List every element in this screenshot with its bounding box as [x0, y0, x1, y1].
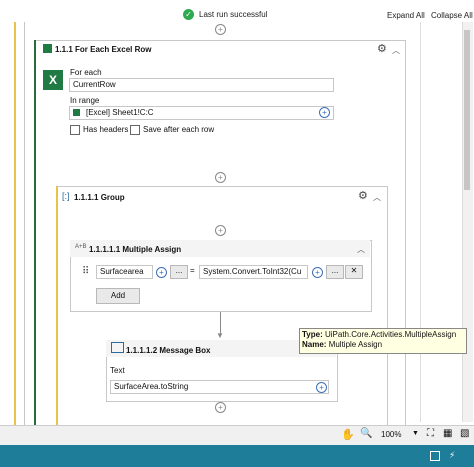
- scrollbar-thumb[interactable]: [464, 30, 470, 190]
- in-range-plus-icon[interactable]: +: [319, 107, 330, 118]
- assign-icon: A+B: [75, 244, 87, 250]
- add-button[interactable]: Add: [96, 288, 140, 304]
- message-text-plus-icon[interactable]: +: [316, 382, 327, 393]
- gear-icon[interactable]: ⚙: [358, 189, 368, 202]
- assign-value-plus-icon[interactable]: +: [312, 267, 323, 278]
- multiple-assign-title: 1.1.1.1.1 Multiple Assign: [89, 245, 182, 254]
- insert-activity-plus-icon[interactable]: +: [215, 402, 226, 413]
- assign-value-ellipsis-button[interactable]: ...: [326, 265, 344, 279]
- insert-activity-plus-icon[interactable]: +: [215, 225, 226, 236]
- for-each-input[interactable]: CurrentRow: [69, 78, 334, 92]
- zoom-dropdown-chevron-down-icon[interactable]: ▼: [412, 430, 419, 437]
- collapse-chevron-up-icon[interactable]: ︿: [357, 244, 365, 255]
- assign-to-input[interactable]: Surfacearea: [96, 265, 153, 279]
- activity-tooltip: Type: UiPath.Core.Activities.MultipleAss…: [299, 328, 467, 354]
- assign-to-ellipsis-button[interactable]: ...: [170, 265, 188, 279]
- group-title: 1.1.1.1 Group: [74, 193, 125, 202]
- in-range-label: In range: [70, 96, 100, 105]
- insert-activity-plus-icon[interactable]: +: [215, 24, 226, 35]
- has-headers-checkbox[interactable]: [70, 125, 80, 135]
- zoom-level[interactable]: 100%: [381, 430, 401, 439]
- for-each-title: 1.1.1 For Each Excel Row: [55, 45, 152, 54]
- fit-screen-icon[interactable]: ⛶: [427, 428, 434, 439]
- for-each-label: For each: [70, 68, 102, 77]
- excel-range-icon: [73, 109, 80, 116]
- overview-icon[interactable]: ▦: [443, 428, 452, 439]
- run-status: ✓ Last run successful: [183, 9, 267, 20]
- gear-icon[interactable]: ⚙: [377, 42, 387, 55]
- drag-handle-icon[interactable]: ⠿: [82, 266, 89, 277]
- in-range-input[interactable]: [Excel] Sheet1!C:C: [69, 106, 334, 120]
- tooltip-type-value: UiPath.Core.Activities.MultipleAssign: [324, 330, 457, 339]
- for-each-accent-line: [34, 40, 36, 425]
- text-label: Text: [110, 366, 125, 375]
- designer-bottom-bar: [0, 425, 474, 446]
- hand-pan-icon[interactable]: ✋: [341, 428, 355, 441]
- run-status-label: Last run successful: [199, 10, 268, 19]
- status-bar: [0, 445, 474, 467]
- mini-map-icon[interactable]: ▧: [460, 428, 469, 439]
- sequence-right-border: [420, 22, 421, 422]
- collapse-chevron-up-icon[interactable]: ︿: [373, 192, 381, 203]
- message-box-icon: [111, 342, 124, 353]
- tooltip-name-value: Multiple Assign: [328, 340, 383, 349]
- tooltip-type-label: Type:: [302, 330, 323, 339]
- excel-icon: X: [43, 70, 63, 90]
- has-headers-label: Has headers: [83, 125, 129, 134]
- assign-value-input[interactable]: System.Convert.ToInt32(Cu: [199, 265, 308, 279]
- zoom-magnifier-icon[interactable]: 🔍: [360, 428, 372, 439]
- delete-row-close-icon[interactable]: ✕: [345, 265, 363, 279]
- expand-all-link[interactable]: Expand All: [387, 11, 425, 20]
- sequence-border: [24, 22, 25, 425]
- insert-activity-plus-icon[interactable]: +: [215, 172, 226, 183]
- equals-sign: =: [190, 266, 195, 275]
- check-icon: ✓: [183, 9, 194, 20]
- message-text-input[interactable]: SurfaceArea.toString: [110, 380, 329, 394]
- status-box-icon[interactable]: [430, 451, 440, 461]
- save-after-each-row-checkbox[interactable]: [130, 125, 140, 135]
- collapse-all-link[interactable]: Collapse All: [431, 11, 473, 20]
- assign-to-plus-icon[interactable]: +: [156, 267, 167, 278]
- group-accent-line: [56, 186, 58, 425]
- sequence-guide-line: [14, 22, 16, 425]
- group-icon: [:]: [62, 191, 70, 201]
- collapse-chevron-up-icon[interactable]: ︿: [392, 45, 400, 56]
- tooltip-name-label: Name:: [302, 340, 327, 349]
- save-after-label: Save after each row: [143, 125, 215, 134]
- status-link-icon[interactable]: ⚡: [449, 450, 455, 461]
- connector-arrow-icon: ▼: [216, 331, 224, 340]
- excel-small-icon: [43, 44, 52, 53]
- message-box-title: 1.1.1.1.2 Message Box: [126, 346, 211, 355]
